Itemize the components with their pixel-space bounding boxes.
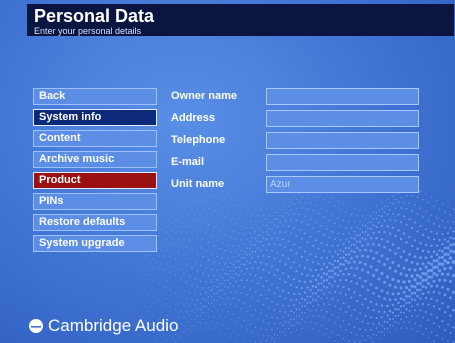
page-title: Personal Data	[34, 6, 155, 26]
menu-item-content[interactable]: Content	[33, 130, 157, 147]
owner-name-label: Owner name	[171, 90, 238, 102]
form-row-owner-name: Owner name	[171, 88, 421, 105]
brand-logo: Cambridge Audio	[28, 313, 178, 339]
menu-item-pins[interactable]: PINs	[33, 193, 157, 210]
email-field[interactable]	[266, 154, 419, 171]
address-field[interactable]	[266, 110, 419, 127]
unit-name-label: Unit name	[171, 178, 225, 190]
header-bar: Personal Data Enter your personal detail…	[27, 4, 454, 36]
form-row-address: Address	[171, 110, 421, 127]
menu-item-product[interactable]: Product	[33, 172, 157, 189]
telephone-field[interactable]	[266, 132, 419, 149]
menu-item-system-upgrade[interactable]: System upgrade	[33, 235, 157, 252]
menu-item-back[interactable]: Back	[33, 88, 157, 105]
brand-name: Cambridge Audio	[48, 316, 179, 335]
page-subtitle: Enter your personal details	[34, 26, 142, 36]
menu-item-system-info[interactable]: System info	[33, 109, 157, 126]
side-menu: Back System info Content Archive music P…	[33, 88, 157, 256]
form-row-email: E-mail	[171, 154, 421, 171]
menu-item-restore-defaults[interactable]: Restore defaults	[33, 214, 157, 231]
unit-name-field[interactable]: Azur	[266, 176, 419, 193]
form-row-unit-name: Unit name Azur	[171, 176, 421, 193]
screen: Personal Data Enter your personal detail…	[0, 0, 455, 343]
telephone-label: Telephone	[171, 134, 226, 146]
personal-data-form: Owner name Address Telephone E-mail Unit…	[171, 88, 421, 198]
owner-name-field[interactable]	[266, 88, 419, 105]
email-label: E-mail	[171, 156, 205, 168]
cambridge-audio-logo-icon	[29, 319, 43, 333]
menu-item-archive-music[interactable]: Archive music	[33, 151, 157, 168]
address-label: Address	[171, 112, 216, 124]
form-row-telephone: Telephone	[171, 132, 421, 149]
